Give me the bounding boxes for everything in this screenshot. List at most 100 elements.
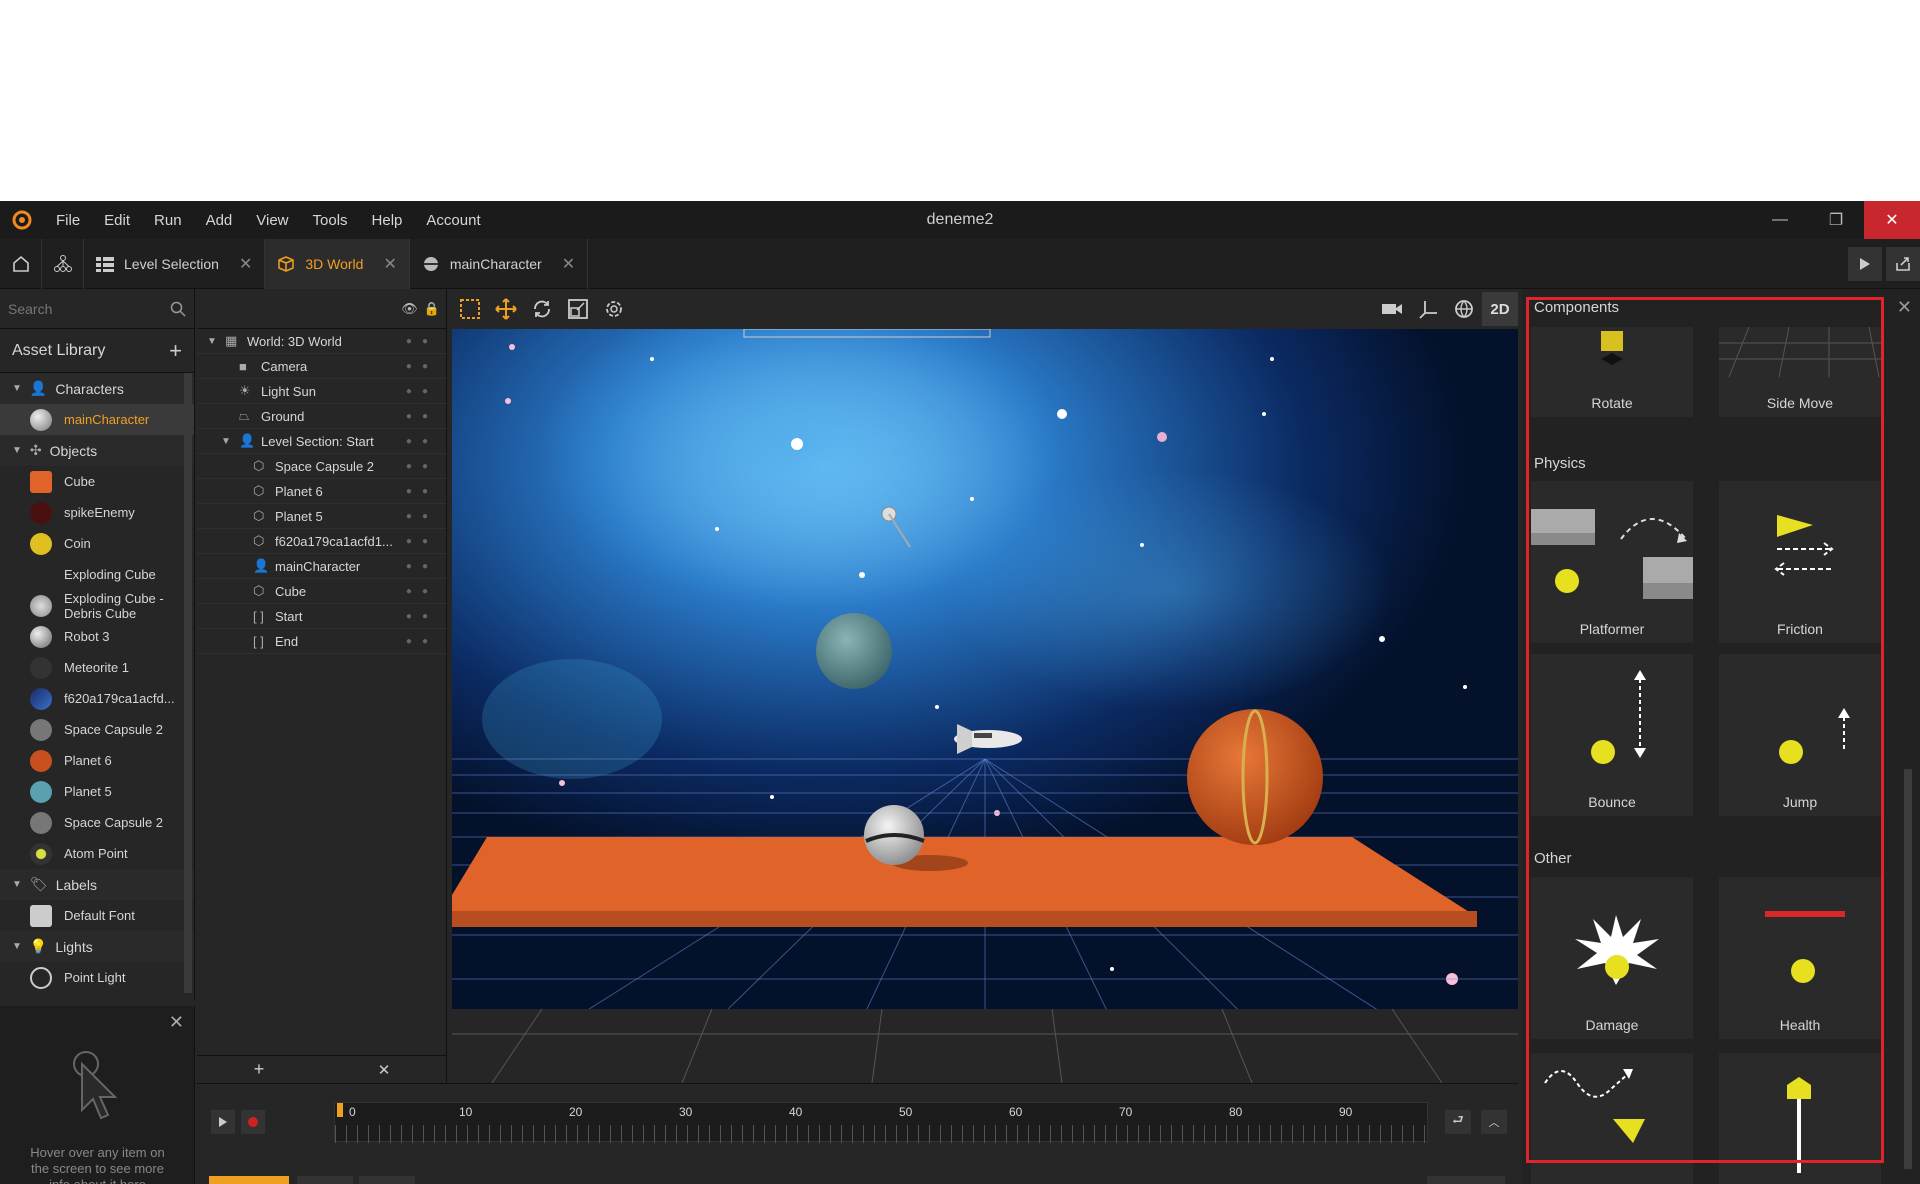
list-item[interactable]: Meteorite 1 <box>0 652 194 683</box>
list-item[interactable]: Atom Point <box>0 838 194 869</box>
tree-row[interactable]: ⬡ Cube ●● <box>197 579 446 604</box>
tree-row[interactable]: ⬡ Space Capsule 2 ●● <box>197 454 446 479</box>
play-animation-button[interactable] <box>211 1110 235 1134</box>
loop-button[interactable]: ⮐ <box>1445 1110 1471 1134</box>
tab-level-selection[interactable]: Level Selection ✕ <box>84 238 266 289</box>
component-damage[interactable]: Damage <box>1531 877 1693 1039</box>
tree-row[interactable]: ⬡ Planet 5 ●● <box>197 504 446 529</box>
timeline-tab[interactable] <box>1427 1176 1505 1184</box>
tree-row[interactable]: ▼ ▦ World: 3D World ●● <box>197 329 446 354</box>
tree-row[interactable]: 👤 mainCharacter ●● <box>197 554 446 579</box>
list-item[interactable]: Space Capsule 2 <box>0 714 194 745</box>
camera-view-button[interactable] <box>1374 292 1410 326</box>
tree-row[interactable]: ▼ 👤 Level Section: Start ●● <box>197 429 446 454</box>
component-side-move[interactable]: Side Move <box>1719 327 1881 417</box>
lock-icon[interactable]: 🔒 <box>424 301 440 317</box>
export-button[interactable] <box>1886 247 1920 281</box>
menu-run[interactable]: Run <box>142 212 194 229</box>
axis-view-button[interactable] <box>1410 292 1446 326</box>
app-logo-icon[interactable] <box>0 201 44 239</box>
move-tool-button[interactable] <box>488 292 524 326</box>
list-item[interactable]: spikeEnemy <box>0 497 194 528</box>
tree-row[interactable]: ■ Camera ●● <box>197 354 446 379</box>
component-friction[interactable]: Friction <box>1719 481 1881 643</box>
tree-row[interactable]: ⬡ f620a179ca1acfd1... ●● <box>197 529 446 554</box>
category-characters[interactable]: ▼ 👤 Characters <box>0 373 194 404</box>
menu-help[interactable]: Help <box>360 212 415 229</box>
component-platformer[interactable]: Platformer <box>1531 481 1693 643</box>
asset-scrollbar[interactable] <box>184 373 192 993</box>
record-button[interactable] <box>241 1110 265 1134</box>
menu-add[interactable]: Add <box>194 212 245 229</box>
component-bounce[interactable]: Bounce <box>1531 654 1693 816</box>
category-objects[interactable]: ▼ ✣ Objects <box>0 435 194 466</box>
menu-tools[interactable]: Tools <box>301 212 360 229</box>
component-rotate[interactable]: Rotate <box>1531 327 1693 417</box>
close-tab-icon[interactable]: ✕ <box>562 254 575 274</box>
component-health[interactable]: Health <box>1719 877 1881 1039</box>
tab-main-character[interactable]: mainCharacter ✕ <box>410 238 589 289</box>
scale-tool-button[interactable] <box>560 292 596 326</box>
list-item[interactable]: Planet 6 <box>0 745 194 776</box>
home-icon[interactable] <box>0 238 42 289</box>
minimize-button[interactable]: — <box>1752 201 1808 239</box>
list-item[interactable]: Exploding Cube <box>0 559 194 590</box>
component-path-follow[interactable] <box>1531 1053 1693 1184</box>
list-item[interactable]: Default Font <box>0 900 194 931</box>
list-item[interactable]: Robot 3 <box>0 621 194 652</box>
tree-row[interactable]: ☀ Light Sun ●● <box>197 379 446 404</box>
scene-viewport[interactable] <box>452 329 1518 1083</box>
close-window-button[interactable]: ✕ <box>1864 201 1920 239</box>
physics-section-title: Physics <box>1534 455 1586 472</box>
menu-file[interactable]: File <box>44 212 92 229</box>
tree-row[interactable]: [ ] End ●● <box>197 629 446 654</box>
rotate-tool-button[interactable] <box>524 292 560 326</box>
list-item[interactable]: Cube <box>0 466 194 497</box>
close-help-icon[interactable]: ✕ <box>169 1012 184 1033</box>
list-item[interactable]: Point Light <box>0 962 194 993</box>
list-item[interactable]: mainCharacter <box>0 404 194 435</box>
maximize-button[interactable]: ❐ <box>1808 201 1864 239</box>
select-tool-button[interactable] <box>452 292 488 326</box>
close-tab-icon[interactable]: ✕ <box>239 254 252 274</box>
timeline-tab[interactable] <box>297 1176 353 1184</box>
close-panel-icon[interactable]: ✕ <box>1897 297 1912 318</box>
list-item[interactable]: Coin <box>0 528 194 559</box>
expand-timeline-button[interactable]: ︿ <box>1481 1110 1507 1134</box>
list-item[interactable]: f620a179ca1acfd... <box>0 683 194 714</box>
component-jump[interactable]: Jump <box>1719 654 1881 816</box>
category-labels[interactable]: ▼ 🏷 Labels <box>0 869 194 900</box>
menu-view[interactable]: View <box>244 212 300 229</box>
close-tab-icon[interactable]: ✕ <box>383 254 396 274</box>
menu-account[interactable]: Account <box>414 212 492 229</box>
list-item[interactable]: Exploding Cube - Debris Cube <box>0 590 194 621</box>
delete-object-button[interactable]: ✕ <box>378 1061 391 1079</box>
global-view-button[interactable] <box>1446 292 1482 326</box>
scene-graph-icon[interactable] <box>42 238 84 289</box>
components-scrollbar[interactable] <box>1904 769 1912 1169</box>
timeline-tab[interactable] <box>359 1176 415 1184</box>
axis-icon <box>1419 301 1437 319</box>
component-projectile[interactable] <box>1719 1053 1881 1184</box>
search-input[interactable]: Search <box>8 301 52 317</box>
list-item[interactable]: Planet 5 <box>0 776 194 807</box>
eye-icon[interactable]: 👁 <box>401 301 418 317</box>
search-box[interactable]: Search <box>0 289 194 329</box>
tree-row[interactable]: ⏢ Ground ●● <box>197 404 446 429</box>
pivot-tool-button[interactable] <box>596 292 632 326</box>
add-object-button[interactable]: + <box>254 1059 265 1080</box>
tab-3d-world[interactable]: 3D World ✕ <box>265 238 410 289</box>
menu-edit[interactable]: Edit <box>92 212 142 229</box>
timeline-track[interactable]: 0 10 20 30 40 50 60 70 80 90 <box>334 1102 1428 1143</box>
list-item[interactable]: Space Capsule 2 <box>0 807 194 838</box>
tree-row[interactable]: ⬡ Planet 6 ●● <box>197 479 446 504</box>
scene-render[interactable] <box>452 329 1518 1083</box>
planet-5[interactable] <box>816 613 892 689</box>
play-button[interactable] <box>1848 247 1882 281</box>
category-lights[interactable]: ▼ 💡 Lights <box>0 931 194 962</box>
planet-6[interactable] <box>1187 709 1323 845</box>
add-asset-button[interactable]: + <box>169 338 182 364</box>
timeline-tab[interactable] <box>209 1176 289 1184</box>
2d-view-toggle[interactable]: 2D <box>1482 292 1518 326</box>
tree-row[interactable]: [ ] Start ●● <box>197 604 446 629</box>
